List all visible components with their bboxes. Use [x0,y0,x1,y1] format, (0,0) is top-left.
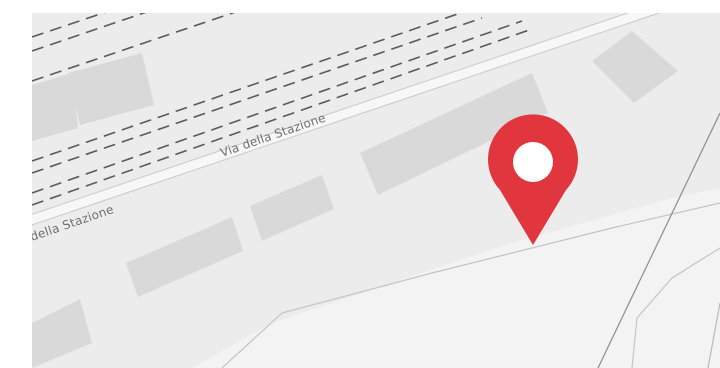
map-canvas[interactable]: Via della Stazione della Stazione [32,13,720,368]
map-viewport[interactable]: Via della Stazione della Stazione [32,13,720,368]
marker-center [513,142,553,182]
